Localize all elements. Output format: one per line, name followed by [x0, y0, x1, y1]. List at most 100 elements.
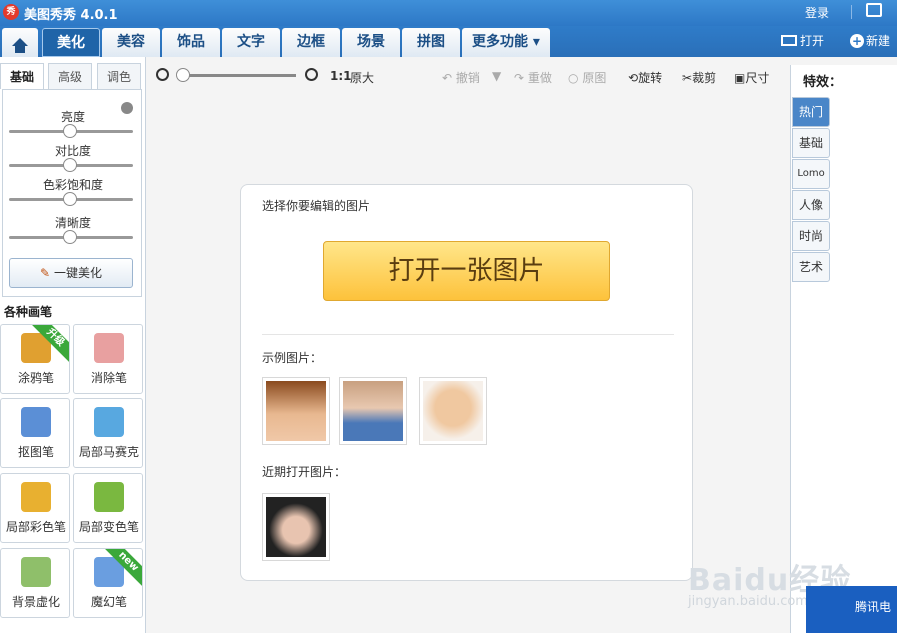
- undo-history-dropdown[interactable]: ▼: [492, 69, 501, 83]
- effect-tab-portrait[interactable]: 人像: [792, 190, 830, 220]
- sharpness-slider-handle[interactable]: [63, 230, 77, 244]
- effects-panel: 特效： 热门 基础 Lomo 人像 时尚 艺术: [790, 65, 897, 633]
- tab-accessories[interactable]: 饰品: [162, 28, 220, 57]
- message-icon[interactable]: [866, 3, 882, 17]
- effect-tab-lomo[interactable]: Lomo: [792, 159, 830, 189]
- original-icon: ○: [568, 71, 579, 85]
- undo-button[interactable]: ↶ 撤销: [442, 69, 480, 86]
- tab-more-features[interactable]: 更多功能 ▾: [462, 28, 550, 57]
- brush-eraser[interactable]: 消除笔: [73, 324, 143, 394]
- brush-label: 局部变色笔: [78, 520, 139, 534]
- brush-label: 抠图笔: [17, 445, 54, 459]
- effect-tab-fashion[interactable]: 时尚: [792, 221, 830, 251]
- home-tab[interactable]: [2, 28, 38, 57]
- brush-local-color[interactable]: 局部彩色笔: [0, 473, 70, 543]
- original-image-button[interactable]: ○ 原图: [568, 69, 606, 86]
- saturation-slider-handle[interactable]: [63, 192, 77, 206]
- redo-button[interactable]: ↷ 重做: [514, 69, 552, 86]
- brush-label: 魔幻笔: [90, 595, 127, 609]
- mosaic-icon: [94, 407, 124, 437]
- new-file-label: 新建: [866, 34, 891, 48]
- cutout-pen-icon: [21, 407, 51, 437]
- plus-icon: +: [850, 34, 864, 48]
- sample-image-thumbnail[interactable]: [419, 377, 487, 445]
- actual-size-ratio[interactable]: 1:1: [330, 69, 352, 83]
- eraser-icon: [94, 333, 124, 363]
- resize-icon: ▣: [734, 71, 746, 85]
- saturation-slider[interactable]: [9, 192, 133, 206]
- brush-magic[interactable]: new 魔幻笔: [73, 548, 143, 618]
- corner-ad[interactable]: 腾讯电: [806, 586, 897, 633]
- zoom-in-icon[interactable]: [305, 68, 318, 81]
- sample-image-thumbnail[interactable]: [262, 377, 330, 445]
- brush-label: 局部马赛克: [78, 445, 139, 459]
- contrast-slider-handle[interactable]: [63, 158, 77, 172]
- main-tab-bar: 美化 美容 饰品 文字 边框 场景 拼图 更多功能 ▾ 打开 + 新建: [0, 26, 897, 57]
- rotate-icon: ⟲: [628, 71, 639, 85]
- undo-label: 撤销: [455, 71, 480, 85]
- tab-text[interactable]: 文字: [222, 28, 280, 57]
- rotate-label: 旋转: [638, 71, 663, 85]
- rotate-button[interactable]: ⟲旋转: [628, 69, 662, 86]
- tab-border[interactable]: 边框: [282, 28, 340, 57]
- tab-collage[interactable]: 拼图: [402, 28, 460, 57]
- resize-button[interactable]: ▣尺寸: [734, 69, 769, 86]
- brush-label: 局部彩色笔: [5, 520, 66, 534]
- redo-icon: ↷: [514, 71, 525, 85]
- effect-tab-basic[interactable]: 基础: [792, 128, 830, 158]
- saturation-label: 色彩饱和度: [42, 178, 103, 192]
- tab-beautify[interactable]: 美化: [42, 28, 100, 57]
- brush-doodle[interactable]: 升级 涂鸦笔: [0, 324, 70, 394]
- sharpness-label: 清晰度: [54, 216, 91, 230]
- subtab-basic[interactable]: 基础: [0, 63, 44, 89]
- title-divider: [851, 5, 852, 19]
- brush-mosaic[interactable]: 局部马赛克: [73, 398, 143, 468]
- sample-image-thumbnail[interactable]: [339, 377, 407, 445]
- subtab-color[interactable]: 调色: [97, 63, 141, 89]
- brush-recolor[interactable]: 局部变色笔: [73, 473, 143, 543]
- brush-cutout[interactable]: 抠图笔: [0, 398, 70, 468]
- sharpness-slider[interactable]: [9, 230, 133, 244]
- title-bar: 秀 美图秀秀 4.0.1 登录: [0, 0, 897, 26]
- actual-size-button[interactable]: 原大: [350, 69, 374, 86]
- brush-label: 消除笔: [90, 371, 127, 385]
- wand-icon: ✎: [40, 266, 51, 280]
- effect-tab-hot[interactable]: 热门: [792, 97, 830, 127]
- recent-image-thumbnail[interactable]: [262, 493, 330, 561]
- login-link[interactable]: 登录: [805, 4, 829, 21]
- canvas-toolbar: 1:1 原大 ↶ 撤销 ▼ ↷ 重做 ○ 原图 ⟲旋转 ✂裁剪 ▣尺寸: [146, 57, 790, 95]
- open-file-label: 打开: [800, 34, 825, 48]
- scissors-icon: ✂: [682, 71, 693, 85]
- open-file-button[interactable]: 打开: [781, 32, 824, 49]
- effect-tab-art[interactable]: 艺术: [792, 252, 830, 282]
- recolor-brush-icon: [94, 482, 124, 512]
- open-image-button[interactable]: 打开一张图片: [323, 241, 610, 301]
- zoom-slider-handle[interactable]: [176, 68, 190, 82]
- tab-beauty[interactable]: 美容: [102, 28, 160, 57]
- original-label: 原图: [582, 71, 607, 85]
- tab-scene[interactable]: 场景: [342, 28, 400, 57]
- one-click-beautify-button[interactable]: ✎ 一键美化: [9, 258, 133, 288]
- brush-blur-background[interactable]: 背景虚化: [0, 548, 70, 618]
- color-brush-icon: [21, 482, 51, 512]
- open-image-card: 选择你要编辑的图片 打开一张图片 示例图片： 近期打开图片：: [240, 184, 693, 581]
- brightness-slider-handle[interactable]: [63, 124, 77, 138]
- watermark-url: jingyan.baidu.com: [688, 594, 808, 609]
- corner-ad-text: 腾讯电: [855, 600, 892, 614]
- contrast-label: 对比度: [54, 144, 91, 158]
- left-panel: 基础 高级 调色 亮度 对比度 色彩饱和度 清晰度 ✎ 一键美化 各种画笔 升级…: [0, 57, 146, 633]
- contrast-slider[interactable]: [9, 158, 133, 172]
- new-file-button[interactable]: + 新建: [850, 32, 890, 49]
- home-icon: [12, 38, 28, 53]
- brightness-slider[interactable]: [9, 124, 133, 138]
- recent-images-label: 近期打开图片：: [262, 465, 347, 479]
- subtab-advanced[interactable]: 高级: [48, 63, 92, 89]
- zoom-slider[interactable]: [176, 68, 296, 82]
- brush-label: 涂鸦笔: [17, 371, 54, 385]
- adjustment-box: 亮度 对比度 色彩饱和度 清晰度 ✎ 一键美化: [2, 89, 142, 297]
- blur-background-icon: [21, 557, 51, 587]
- effects-title: 特效：: [803, 75, 843, 90]
- zoom-out-icon[interactable]: [156, 68, 169, 81]
- folder-icon: [781, 35, 797, 46]
- crop-button[interactable]: ✂裁剪: [682, 69, 716, 86]
